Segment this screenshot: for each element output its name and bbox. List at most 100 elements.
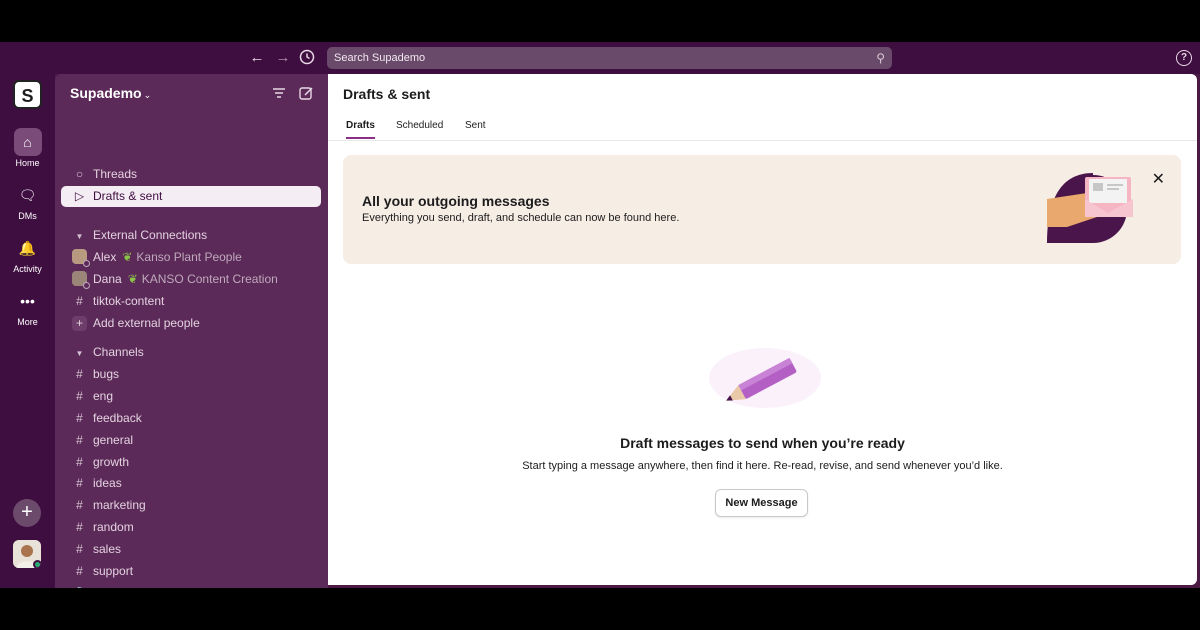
pencil-illustration xyxy=(709,348,821,408)
hash-icon: # xyxy=(76,564,83,578)
channel-name: bugs xyxy=(93,367,120,381)
tab-drafts[interactable]: Drafts xyxy=(346,120,375,139)
search-placeholder: Search Supademo xyxy=(334,52,426,64)
channel-general[interactable]: # general xyxy=(61,430,321,451)
rail-dms-label: DMs xyxy=(18,211,37,221)
compose-icon[interactable] xyxy=(299,86,314,104)
hash-icon: # xyxy=(76,476,83,490)
main-panel: Drafts & sent Drafts Scheduled Sent All … xyxy=(328,74,1197,585)
workspace-rail: S ⌂ Home 🗨 DMs 🔔 Activity ••• More + xyxy=(0,74,55,588)
more-icon: ••• xyxy=(20,293,35,309)
page-title: Drafts & sent xyxy=(343,86,431,102)
add-icon[interactable]: + xyxy=(13,499,41,527)
threads-icon: ○ xyxy=(75,167,84,181)
sidebar-item-alex[interactable]: Alex ❦ Kanso Plant People xyxy=(61,247,321,268)
add-external-people-button[interactable]: + Add external people xyxy=(61,313,321,334)
hash-icon: # xyxy=(76,455,83,469)
channel-name: growth xyxy=(93,455,130,469)
chevron-down-icon: ⌄ xyxy=(143,90,152,100)
rail-more[interactable]: ••• More xyxy=(0,287,55,327)
channel-random[interactable]: # random xyxy=(61,517,321,538)
hash-icon: # xyxy=(76,367,83,381)
section-channels[interactable]: ▼ Channels xyxy=(61,342,321,363)
section-external-connections[interactable]: ▼ External Connections xyxy=(61,225,321,246)
channel-name: sales xyxy=(93,542,122,556)
clock-icon[interactable] xyxy=(298,49,316,67)
dm-name: Alex xyxy=(93,250,117,264)
section-label: External Connections xyxy=(93,228,208,242)
lock-icon: 🔒 xyxy=(72,583,87,588)
channel-name: feedback xyxy=(93,411,142,425)
rail-home-label: Home xyxy=(15,158,40,168)
bell-icon: 🔔 xyxy=(18,240,37,256)
channel-ideas[interactable]: # ideas xyxy=(61,473,321,494)
channel-name: testing xyxy=(93,586,128,588)
close-icon[interactable]: ✕ xyxy=(1152,169,1165,189)
dm-org: KANSO Content Creation xyxy=(141,272,278,286)
channel-bugs[interactable]: # bugs xyxy=(61,364,321,385)
avatar xyxy=(72,249,90,267)
caret-down-icon: ▼ xyxy=(75,232,84,241)
channel-testing[interactable]: 🔒 testing xyxy=(61,583,321,588)
sidebar-item-threads[interactable]: ○ Threads xyxy=(61,164,321,185)
rail-home[interactable]: ⌂ Home xyxy=(0,128,55,168)
arrow-left-icon[interactable]: ← xyxy=(248,49,266,67)
info-banner: All your outgoing messages Everything yo… xyxy=(343,155,1181,264)
banner-text: Everything you send, draft, and schedule… xyxy=(362,212,680,224)
channel-eng[interactable]: # eng xyxy=(61,386,321,407)
new-message-button[interactable]: New Message xyxy=(715,489,808,517)
hash-icon: # xyxy=(76,294,83,308)
channel-marketing[interactable]: # marketing xyxy=(61,495,321,516)
channel-name: support xyxy=(93,564,134,578)
channel-name: tiktok-content xyxy=(93,294,165,308)
avatar[interactable] xyxy=(13,540,41,568)
presence-dot xyxy=(33,560,41,568)
sidebar-item-dana[interactable]: Dana ❦ KANSO Content Creation xyxy=(61,269,321,290)
rail-dms[interactable]: 🗨 DMs xyxy=(0,181,55,221)
plus-icon: + xyxy=(72,316,87,331)
search-input[interactable]: Search Supademo ⚲ xyxy=(327,47,892,69)
dm-org: Kanso Plant People xyxy=(136,250,242,264)
banner-title: All your outgoing messages xyxy=(362,193,550,209)
hash-icon: # xyxy=(76,411,83,425)
app-window: ← → Search Supademo ⚲ ? S ⌂ Home 🗨 DMs 🔔… xyxy=(0,42,1200,588)
rail-more-label: More xyxy=(17,317,38,327)
sprout-icon: ❦ xyxy=(122,250,133,264)
tab-scheduled[interactable]: Scheduled xyxy=(396,120,443,137)
workspace-menu[interactable]: Supademo ⌄ xyxy=(70,85,151,101)
tab-sent[interactable]: Sent xyxy=(465,120,486,137)
hash-icon: # xyxy=(76,520,83,534)
sidebar-item-tiktok-content[interactable]: # tiktok-content xyxy=(61,291,321,312)
filter-icon[interactable] xyxy=(272,86,286,103)
channel-name: ideas xyxy=(93,476,122,490)
sidebar-item-label: Drafts & sent xyxy=(93,189,163,203)
sidebar-item-label: Threads xyxy=(93,167,138,181)
channel-sales[interactable]: # sales xyxy=(61,539,321,560)
caret-down-icon: ▼ xyxy=(75,349,84,358)
channel-feedback[interactable]: # feedback xyxy=(61,408,321,429)
envelope-illustration xyxy=(1047,173,1133,243)
hash-icon: # xyxy=(76,389,83,403)
add-external-label: Add external people xyxy=(93,316,200,330)
empty-state-title: Draft messages to send when you’re ready xyxy=(620,435,905,451)
channel-name: eng xyxy=(93,389,114,403)
channel-name: marketing xyxy=(93,498,146,512)
workspace-name: Supademo xyxy=(70,85,142,101)
help-icon[interactable]: ? xyxy=(1176,50,1192,66)
home-icon: ⌂ xyxy=(13,128,42,156)
section-label: Channels xyxy=(93,345,144,359)
avatar xyxy=(72,271,90,289)
hash-icon: # xyxy=(76,433,83,447)
sprout-icon: ❦ xyxy=(127,272,138,286)
channel-support[interactable]: # support xyxy=(61,561,321,582)
arrow-right-icon[interactable]: → xyxy=(274,49,292,67)
rail-activity[interactable]: 🔔 Activity xyxy=(0,234,55,274)
channel-growth[interactable]: # growth xyxy=(61,452,321,473)
sidebar-item-drafts-sent[interactable]: ▷ Drafts & sent xyxy=(61,186,321,207)
rail-activity-label: Activity xyxy=(13,264,42,274)
workspace-logo[interactable]: S xyxy=(13,80,42,109)
tab-bar: Drafts Scheduled Sent xyxy=(328,114,1197,141)
dm-name: Dana xyxy=(93,272,122,286)
hash-icon: # xyxy=(76,498,83,512)
hash-icon: # xyxy=(76,542,83,556)
